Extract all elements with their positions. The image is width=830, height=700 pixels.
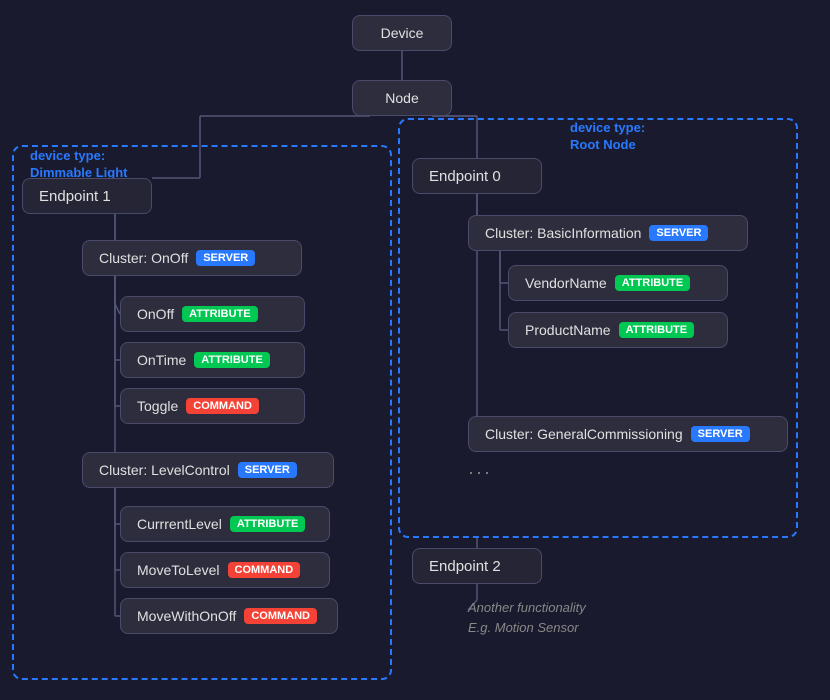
attr-currlevel-label: CurrrentLevel (137, 516, 222, 532)
endpoint2-label: Endpoint 2 (429, 558, 501, 575)
endpoint1-node: Endpoint 1 (22, 178, 152, 214)
attr-ontime-label: OnTime (137, 352, 186, 368)
cluster-basic-label: Cluster: BasicInformation (485, 225, 641, 241)
ellipsis: ··· (468, 462, 492, 483)
device-label: Device (381, 25, 424, 41)
cluster-basic-badge: SERVER (649, 225, 708, 241)
endpoint0-node: Endpoint 0 (412, 158, 542, 194)
cmd-toggle-node: Toggle COMMAND (120, 388, 305, 424)
attr-currlevel-badge: ATTRIBUTE (230, 516, 306, 532)
attr-productname-badge: ATTRIBUTE (619, 322, 695, 338)
node-label: Node (385, 90, 418, 106)
cluster-basic-node: Cluster: BasicInformation SERVER (468, 215, 748, 251)
cluster-onoff-node: Cluster: OnOff SERVER (82, 240, 302, 276)
attr-onoff-badge: ATTRIBUTE (182, 306, 258, 322)
endpoint0-label: Endpoint 0 (429, 168, 501, 185)
attr-onoff-label: OnOff (137, 306, 174, 322)
cluster-gencomm-badge: SERVER (691, 426, 750, 442)
node-node: Node (352, 80, 452, 116)
cmd-movetolevel-node: MoveToLevel COMMAND (120, 552, 330, 588)
another-functionality-text: Another functionality E.g. Motion Sensor (468, 598, 586, 637)
cmd-movewithonoff-label: MoveWithOnOff (137, 608, 236, 624)
attr-onoff-node: OnOff ATTRIBUTE (120, 296, 305, 332)
root-node-label: device type: Root Node (570, 120, 645, 154)
device-node: Device (352, 15, 452, 51)
cluster-onoff-badge: SERVER (196, 250, 255, 266)
cluster-level-node: Cluster: LevelControl SERVER (82, 452, 334, 488)
cluster-gencomm-node: Cluster: GeneralCommissioning SERVER (468, 416, 788, 452)
attr-currlevel-node: CurrrentLevel ATTRIBUTE (120, 506, 330, 542)
cluster-onoff-label: Cluster: OnOff (99, 250, 188, 266)
attr-productname-node: ProductName ATTRIBUTE (508, 312, 728, 348)
attr-ontime-badge: ATTRIBUTE (194, 352, 270, 368)
endpoint1-label: Endpoint 1 (39, 188, 111, 205)
cmd-movewithonoff-badge: COMMAND (244, 608, 317, 624)
diagram: Device Node device type: Dimmable Light … (0, 0, 830, 700)
attr-vendorname-label: VendorName (525, 275, 607, 291)
attr-productname-label: ProductName (525, 322, 611, 338)
dimmable-light-label: device type: Dimmable Light (30, 148, 128, 182)
cmd-movetolevel-label: MoveToLevel (137, 562, 220, 578)
cmd-movetolevel-badge: COMMAND (228, 562, 301, 578)
cluster-level-label: Cluster: LevelControl (99, 462, 230, 478)
cluster-gencomm-label: Cluster: GeneralCommissioning (485, 426, 683, 442)
cmd-movewithonoff-node: MoveWithOnOff COMMAND (120, 598, 338, 634)
cluster-level-badge: SERVER (238, 462, 297, 478)
attr-vendorname-node: VendorName ATTRIBUTE (508, 265, 728, 301)
attr-vendorname-badge: ATTRIBUTE (615, 275, 691, 291)
endpoint2-node: Endpoint 2 (412, 548, 542, 584)
attr-ontime-node: OnTime ATTRIBUTE (120, 342, 305, 378)
cmd-toggle-label: Toggle (137, 398, 178, 414)
cmd-toggle-badge: COMMAND (186, 398, 259, 414)
